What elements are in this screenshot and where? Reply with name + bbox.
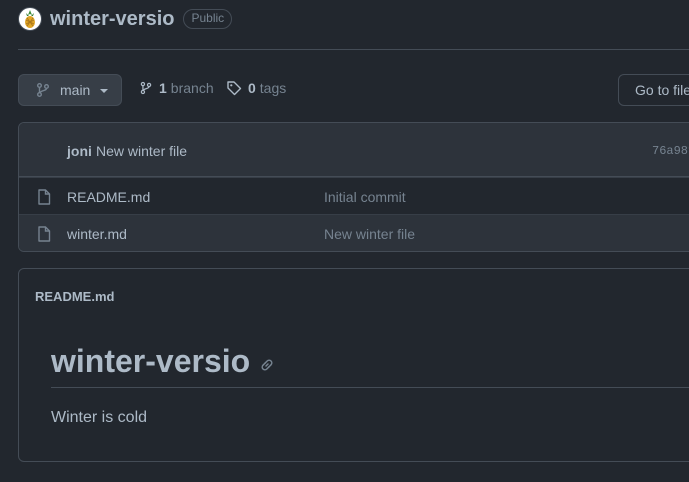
file-commit-message[interactable]: New winter file — [324, 226, 415, 242]
git-branch-icon — [37, 83, 49, 97]
go-to-file-button[interactable]: Go to file — [618, 74, 689, 106]
file-row[interactable]: README.md Initial commit — [19, 177, 689, 214]
commit-sha[interactable]: 76a98f — [652, 144, 689, 158]
link-icon[interactable] — [259, 357, 275, 373]
visibility-badge: Public — [183, 9, 233, 29]
file-row[interactable]: winter.md New winter file — [19, 214, 689, 251]
readme-heading-text: winter-versio — [51, 343, 251, 379]
file-icon — [38, 189, 51, 205]
branch-name: main — [60, 82, 91, 98]
caret-down-icon — [100, 89, 109, 93]
branch-select-button[interactable]: main — [18, 74, 122, 106]
commit-author[interactable]: joni — [67, 143, 92, 159]
branches-link[interactable]: 1 branch — [139, 80, 214, 96]
file-commit-message[interactable]: Initial commit — [324, 189, 406, 205]
readme-panel: README.md winter-versio Winter is cold — [18, 268, 689, 462]
tag-label: tags — [259, 80, 287, 96]
avatar[interactable] — [18, 7, 42, 31]
file-icon — [38, 226, 51, 242]
tags-link[interactable]: 0 tags — [226, 80, 286, 96]
tag-icon — [227, 81, 242, 96]
header-divider — [18, 49, 689, 50]
branch-count: 1 — [159, 80, 167, 96]
readme-heading-rule — [51, 387, 689, 388]
file-list: joni New winter file 76a98f README.md In… — [18, 122, 689, 252]
repo-header: winter-versio Public — [18, 6, 233, 32]
file-name[interactable]: winter.md — [67, 226, 127, 242]
file-name[interactable]: README.md — [67, 189, 150, 205]
readme-paragraph: Winter is cold — [51, 409, 148, 426]
pineapple-icon — [25, 10, 35, 28]
branch-label: branch — [170, 80, 214, 96]
readme-filename[interactable]: README.md — [35, 289, 114, 304]
git-branch-icon — [140, 81, 152, 95]
repo-name[interactable]: winter-versio — [50, 8, 174, 31]
readme-heading: winter-versio — [51, 343, 275, 380]
repo-page: winter-versio Public main 1 branch 0 tag… — [0, 0, 689, 482]
latest-commit-row: joni New winter file 76a98f — [19, 123, 689, 177]
tag-count: 0 — [248, 80, 256, 96]
commit-message[interactable]: New winter file — [96, 143, 187, 159]
